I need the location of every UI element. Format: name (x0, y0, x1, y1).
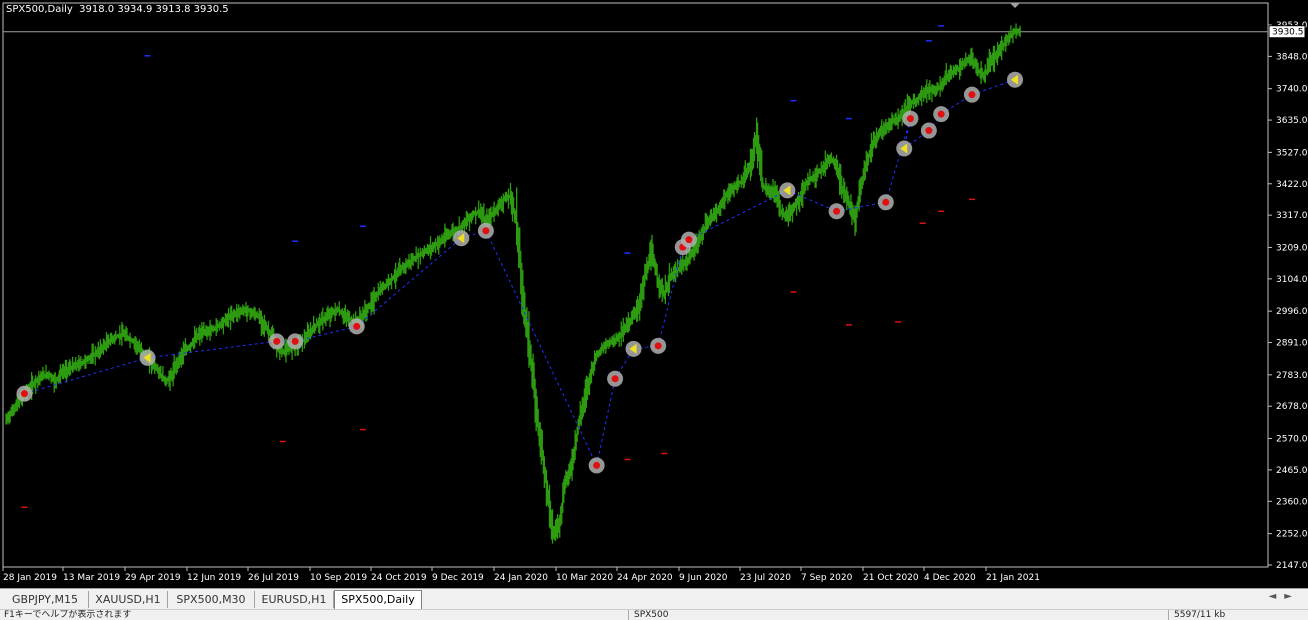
buy-marker-icon (353, 322, 361, 330)
y-tick-label: 2678.0 (1276, 402, 1308, 412)
status-bar: F1キーでヘルプが表示されます SPX500 5597/11 kb (0, 609, 1308, 620)
chart-shift-icon (1010, 3, 1020, 8)
chart-symbol: SPX500,Daily (6, 4, 73, 15)
x-tick-label: 10 Sep 2019 (310, 573, 367, 583)
x-tick-label: 12 Jun 2019 (187, 573, 241, 583)
x-tick-label: 24 Jan 2020 (494, 573, 548, 583)
tab-spx500-daily[interactable]: SPX500,Daily (334, 590, 422, 610)
x-tick-label: 26 Jul 2019 (248, 573, 299, 583)
x-tick-label: 28 Jan 2019 (3, 573, 57, 583)
y-tick-label: 3317.0 (1276, 211, 1308, 221)
buy-marker-icon (611, 375, 619, 383)
buy-marker-icon (833, 207, 841, 215)
symbol-ohlc-header: SPX500,Daily 3918.0 3934.9 3913.8 3930.5 (6, 4, 229, 15)
y-tick-label: 3740.0 (1276, 85, 1308, 95)
tab-spx500-m30[interactable]: SPX500,M30 (168, 591, 255, 608)
buy-marker-icon (906, 115, 914, 123)
x-tick-label: 9 Dec 2019 (432, 573, 484, 583)
buy-marker-icon (291, 337, 299, 345)
chart-tab-bar: GBPJPY,M15 XAUUSD,H1 SPX500,M30 EURUSD,H… (0, 588, 1308, 610)
trade-connection-line (147, 340, 277, 359)
y-tick-label: 2147.0 (1276, 561, 1308, 571)
tab-eurusd-h1[interactable]: EURUSD,H1 (255, 591, 334, 608)
y-tick-label: 2570.0 (1276, 435, 1308, 445)
tab-gbpjpy-m15[interactable]: GBPJPY,M15 (2, 591, 89, 608)
trade-connection-line (356, 237, 462, 327)
buy-marker-icon (20, 390, 28, 398)
x-tick-label: 13 Mar 2019 (63, 573, 120, 583)
ohlc-values: 3918.0 3934.9 3913.8 3930.5 (79, 4, 229, 15)
y-tick-label: 3527.0 (1276, 148, 1308, 158)
x-tick-label: 23 Jul 2020 (740, 573, 791, 583)
buy-marker-icon (937, 110, 945, 118)
buy-marker-icon (968, 91, 976, 99)
x-tick-label: 10 Mar 2020 (556, 573, 613, 583)
chart-area[interactable]: 3953.03848.03740.03635.03527.03422.03317… (0, 0, 1308, 585)
buy-marker-icon (654, 342, 662, 350)
y-tick-label: 2360.0 (1276, 497, 1308, 507)
plot-frame (2, 2, 1269, 568)
y-tick-label: 2465.0 (1276, 466, 1308, 476)
x-tick-label: 21 Jan 2021 (986, 573, 1040, 583)
trade-connection-line (596, 378, 616, 466)
tab-scroll-left-icon[interactable]: ◄ (1269, 591, 1285, 602)
y-tick-label: 2783.0 (1276, 371, 1308, 381)
x-tick-label: 9 Jun 2020 (679, 573, 728, 583)
current-price-label: 3930.5 (1272, 28, 1304, 38)
tab-scroll-right-icon[interactable]: ► (1284, 591, 1300, 602)
buy-marker-icon (593, 461, 601, 469)
buy-marker-icon (882, 198, 890, 206)
x-tick-label: 29 Apr 2019 (125, 573, 181, 583)
y-tick-label: 3848.0 (1276, 52, 1308, 62)
y-tick-label: 2891.0 (1276, 339, 1308, 349)
y-tick-label: 3104.0 (1276, 275, 1308, 285)
y-tick-label: 3635.0 (1276, 116, 1308, 126)
x-tick-label: 24 Apr 2020 (617, 573, 673, 583)
x-tick-label: 7 Sep 2020 (801, 573, 853, 583)
tab-xauusd-h1[interactable]: XAUUSD,H1 (89, 591, 168, 608)
buy-marker-icon (685, 236, 693, 244)
y-tick-label: 3422.0 (1276, 180, 1308, 190)
price-chart[interactable]: 3953.03848.03740.03635.03527.03422.03317… (0, 0, 1308, 585)
y-tick-label: 3209.0 (1276, 243, 1308, 253)
buy-marker-icon (482, 227, 490, 235)
buy-marker-icon (273, 337, 281, 345)
tab-scroll-arrows: ◄► (1269, 591, 1300, 602)
x-tick-label: 21 Oct 2020 (863, 573, 919, 583)
y-tick-label: 2252.0 (1276, 530, 1308, 540)
x-tick-label: 4 Dec 2020 (924, 573, 976, 583)
buy-marker-icon (925, 127, 933, 135)
x-tick-label: 24 Oct 2019 (371, 573, 427, 583)
y-tick-label: 2996.0 (1276, 307, 1308, 317)
